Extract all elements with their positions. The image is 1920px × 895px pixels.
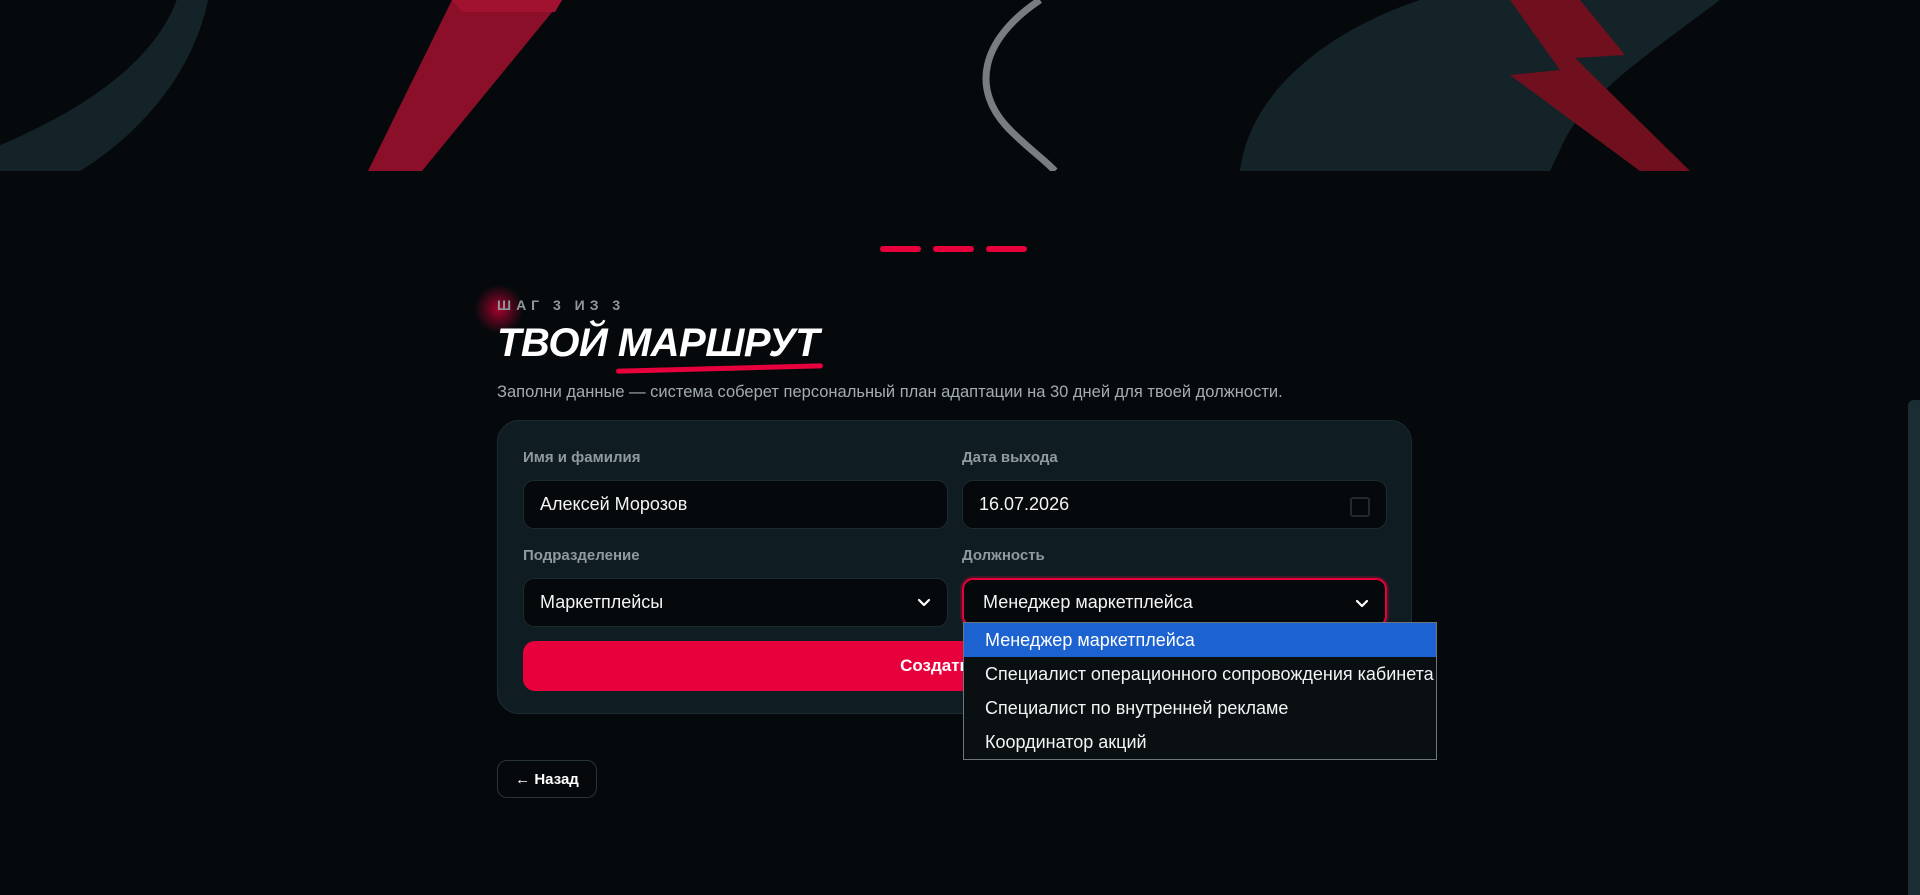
page-title-part: ТВОЙ xyxy=(497,321,618,365)
progress-segment-3 xyxy=(986,246,1027,252)
name-label: Имя и фамилия xyxy=(523,449,641,466)
position-label: Должность xyxy=(962,547,1045,564)
department-field: Подразделение Маркетплейсы xyxy=(523,547,948,627)
name-value: Алексей Морозов xyxy=(540,494,688,514)
hero-banner xyxy=(0,0,1920,171)
position-dropdown-list[interactable]: Менеджер маркетплейса Специалист операци… xyxy=(963,622,1437,760)
position-field: Должность Менеджер маркетплейса xyxy=(962,547,1387,627)
name-field: Имя и фамилия Алексей Морозов xyxy=(523,449,948,529)
date-value: 16.07.2026 xyxy=(979,494,1070,514)
position-value: Менеджер маркетплейса xyxy=(983,592,1193,612)
position-option[interactable]: Менеджер маркетплейса xyxy=(964,623,1436,657)
chevron-down-icon xyxy=(1355,599,1369,608)
page-title-accent: МАРШРУТ xyxy=(617,321,820,365)
department-label: Подразделение xyxy=(523,547,640,564)
page-title: ТВОЙ МАРШРУТ xyxy=(497,321,1412,365)
page-header: ШАГ 3 ИЗ 3 ТВОЙ МАРШРУТ Заполни данные —… xyxy=(497,290,1412,402)
department-select[interactable]: Маркетплейсы xyxy=(523,578,948,627)
date-field: Дата выхода 16.07.2026 xyxy=(962,449,1387,529)
position-option[interactable]: Координатор акций xyxy=(964,725,1436,759)
back-button[interactable]: ← Назад xyxy=(497,760,597,798)
chevron-down-icon xyxy=(917,598,931,607)
back-label: ← Назад xyxy=(515,770,579,788)
calendar-icon[interactable] xyxy=(1350,497,1370,517)
name-input[interactable]: Алексей Морозов xyxy=(523,480,948,529)
position-select[interactable]: Менеджер маркетплейса xyxy=(962,578,1387,627)
position-option[interactable]: Специалист по внутренней рекламе xyxy=(964,691,1436,725)
progress-segment-2 xyxy=(933,246,974,252)
progress-segment-1 xyxy=(880,246,921,252)
scrollbar[interactable] xyxy=(1908,400,1920,895)
department-value: Маркетплейсы xyxy=(540,592,664,612)
step-progress xyxy=(880,246,1027,252)
page-subtitle: Заполни данные — система соберет персона… xyxy=(497,383,1283,401)
position-option[interactable]: Специалист операционного сопровождения к… xyxy=(964,657,1436,691)
date-input[interactable]: 16.07.2026 xyxy=(962,480,1387,529)
step-label: ШАГ 3 ИЗ 3 xyxy=(497,297,626,313)
date-label: Дата выхода xyxy=(962,449,1058,466)
